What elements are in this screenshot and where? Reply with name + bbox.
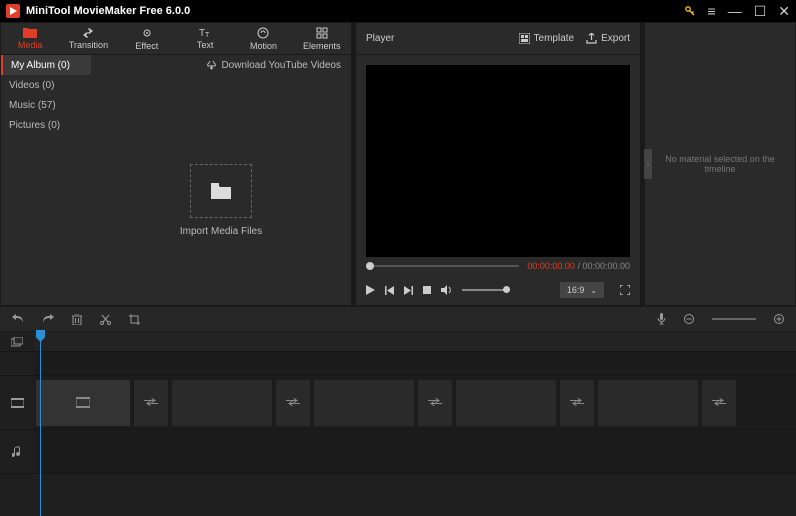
timeline — [0, 332, 796, 516]
svg-text:T: T — [205, 32, 210, 38]
template-label: Template — [534, 33, 575, 44]
time-current: 00:00:00.00 — [527, 261, 575, 271]
import-label: Import Media Files — [180, 226, 262, 237]
download-label: Download YouTube Videos — [221, 60, 341, 71]
next-frame-button[interactable] — [404, 286, 413, 295]
menu-icon[interactable]: ≡ — [708, 3, 716, 19]
transition-slot[interactable] — [134, 380, 168, 426]
elements-icon — [316, 27, 328, 39]
tab-media[interactable]: Media — [1, 23, 59, 54]
tab-label: Effect — [135, 41, 158, 51]
collapse-inspector-button[interactable]: › — [644, 149, 652, 179]
player-panel: Player Template Export 00:00:00.00 / 00:… — [355, 22, 641, 306]
track-audio[interactable] — [34, 430, 796, 474]
lib-item-music[interactable]: Music (57) — [1, 95, 91, 115]
timeline-toolbar — [0, 306, 796, 332]
template-button[interactable]: Template — [519, 33, 575, 44]
key-icon[interactable] — [684, 5, 696, 17]
tab-label: Motion — [250, 41, 277, 51]
folder-icon — [23, 27, 37, 38]
chevron-down-icon: ⌄ — [590, 286, 597, 295]
export-icon — [586, 33, 597, 44]
close-button[interactable]: ✕ — [778, 3, 790, 20]
export-button[interactable]: Export — [586, 33, 630, 44]
stop-button[interactable] — [423, 286, 431, 294]
aspect-label: 16:9 — [567, 285, 585, 295]
time-total: 00:00:00.00 — [582, 261, 630, 271]
mic-icon[interactable] — [657, 313, 666, 325]
tab-label: Transition — [69, 40, 108, 50]
video-clip-slot[interactable] — [36, 380, 130, 426]
tab-effect[interactable]: Effect — [118, 23, 176, 54]
redo-button[interactable] — [42, 314, 54, 324]
crop-button[interactable] — [129, 314, 140, 325]
library-sidebar: My Album (0) Videos (0) Music (57) Pictu… — [1, 55, 91, 305]
top-tabs: Media Transition Effect TT Text Motion E… — [1, 23, 351, 55]
library-panel: Media Transition Effect TT Text Motion E… — [0, 22, 352, 306]
split-button[interactable] — [100, 314, 111, 325]
tab-motion[interactable]: Motion — [234, 23, 292, 54]
import-media-button[interactable] — [190, 164, 252, 218]
video-clip-slot[interactable] — [456, 380, 556, 426]
play-button[interactable] — [366, 285, 375, 295]
lib-item-videos[interactable]: Videos (0) — [1, 75, 91, 95]
track-header-audio[interactable] — [0, 430, 34, 474]
tab-text[interactable]: TT Text — [176, 23, 234, 54]
seek-bar[interactable] — [366, 265, 519, 267]
player-title: Player — [366, 33, 507, 44]
app-title: MiniTool MovieMaker Free 6.0.0 — [26, 5, 684, 17]
track-header-video[interactable] — [0, 376, 34, 430]
folder-icon — [211, 183, 231, 199]
transition-slot[interactable] — [702, 380, 736, 426]
tab-label: Text — [197, 40, 214, 50]
track-overlay[interactable] — [34, 332, 796, 352]
timeline-tracks[interactable] — [34, 332, 796, 516]
transition-slot[interactable] — [418, 380, 452, 426]
video-clip-slot[interactable] — [172, 380, 272, 426]
track-video[interactable] — [34, 376, 796, 430]
zoom-in-button[interactable] — [774, 314, 784, 324]
video-clip-slot[interactable] — [598, 380, 698, 426]
prev-frame-button[interactable] — [385, 286, 394, 295]
cloud-download-icon — [206, 61, 217, 70]
download-youtube-button[interactable]: Download YouTube Videos — [91, 55, 351, 75]
volume-button[interactable] — [441, 285, 452, 295]
track-text[interactable] — [34, 352, 796, 376]
text-icon: TT — [199, 27, 211, 38]
inspector-empty-text: No material selected on the timeline — [645, 154, 795, 174]
delete-button[interactable] — [72, 314, 82, 325]
app-logo — [6, 4, 20, 18]
video-clip-slot[interactable] — [314, 380, 414, 426]
maximize-button[interactable]: ☐ — [754, 3, 767, 20]
tab-label: Media — [18, 40, 43, 50]
swap-icon — [81, 28, 95, 38]
playhead[interactable] — [40, 332, 41, 516]
tab-elements[interactable]: Elements — [293, 23, 351, 54]
minimize-button[interactable]: — — [728, 3, 742, 19]
track-header-text[interactable] — [0, 352, 34, 376]
tab-label: Elements — [303, 41, 341, 51]
track-header-overlay[interactable] — [0, 332, 34, 352]
motion-icon — [257, 27, 269, 39]
zoom-out-button[interactable] — [684, 314, 694, 324]
inspector-panel: › No material selected on the timeline — [644, 22, 796, 306]
preview-screen — [366, 65, 630, 257]
zoom-slider[interactable] — [712, 318, 756, 320]
time-display: 00:00:00.00 / 00:00:00.00 — [527, 261, 630, 271]
undo-button[interactable] — [12, 314, 24, 324]
tab-transition[interactable]: Transition — [59, 23, 117, 54]
fullscreen-button[interactable] — [620, 285, 630, 295]
export-label: Export — [601, 33, 630, 44]
transition-slot[interactable] — [276, 380, 310, 426]
sparkle-icon — [141, 27, 153, 39]
aspect-ratio-select[interactable]: 16:9 ⌄ — [560, 282, 604, 298]
volume-slider[interactable] — [462, 289, 510, 291]
template-icon — [519, 33, 530, 44]
transition-slot[interactable] — [560, 380, 594, 426]
title-bar: MiniTool MovieMaker Free 6.0.0 ≡ — ☐ ✕ — [0, 0, 796, 22]
lib-item-myalbum[interactable]: My Album (0) — [1, 55, 91, 75]
lib-item-pictures[interactable]: Pictures (0) — [1, 115, 91, 135]
